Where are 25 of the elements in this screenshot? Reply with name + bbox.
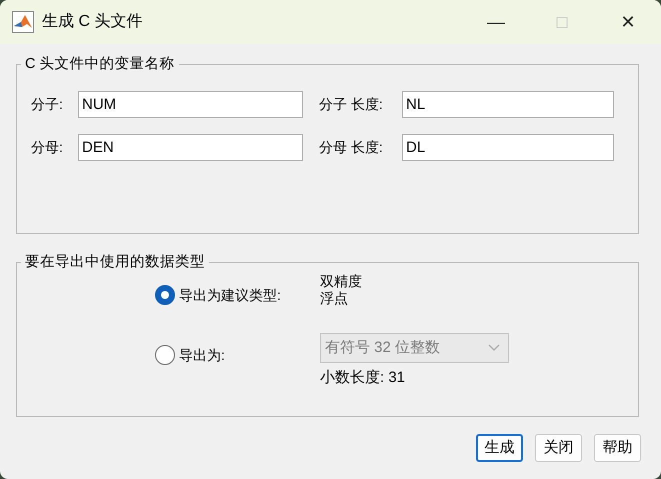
minimize-button[interactable]: — [463,0,529,44]
radio-button[interactable] [155,285,175,305]
dialog-button[interactable]: 关闭 [535,434,582,462]
text-field[interactable]: DEN [78,134,303,161]
chevron-down-icon [488,344,500,352]
dialog-button[interactable]: 生成 [476,434,523,462]
group-title: C 头文件中的变量名称 [21,55,178,73]
text-field[interactable]: DL [402,134,614,161]
app-icon [12,11,34,33]
field-label: 分子 长度: [319,95,384,114]
text-field[interactable]: NL [402,91,614,118]
type-text: 双精度 [320,273,362,290]
radio-label: 导出为建议类型: [179,286,281,305]
field-label: 分母 长度: [319,138,384,157]
radio-button[interactable] [155,345,175,365]
text-field[interactable]: NUM [78,91,303,118]
type-text: 浮点 [320,290,349,307]
group-title: 要在导出中使用的数据类型 [21,253,209,271]
window-title: 生成 C 头文件 [42,12,144,32]
close-button[interactable]: ✕ [595,0,661,44]
dialog-button[interactable]: 帮助 [594,434,641,462]
field-label: 分母: [31,138,64,157]
fraction-length-text: 小数长度: 31 [320,368,406,388]
field-label: 分子: [31,95,64,114]
radio-label: 导出为: [179,346,225,365]
